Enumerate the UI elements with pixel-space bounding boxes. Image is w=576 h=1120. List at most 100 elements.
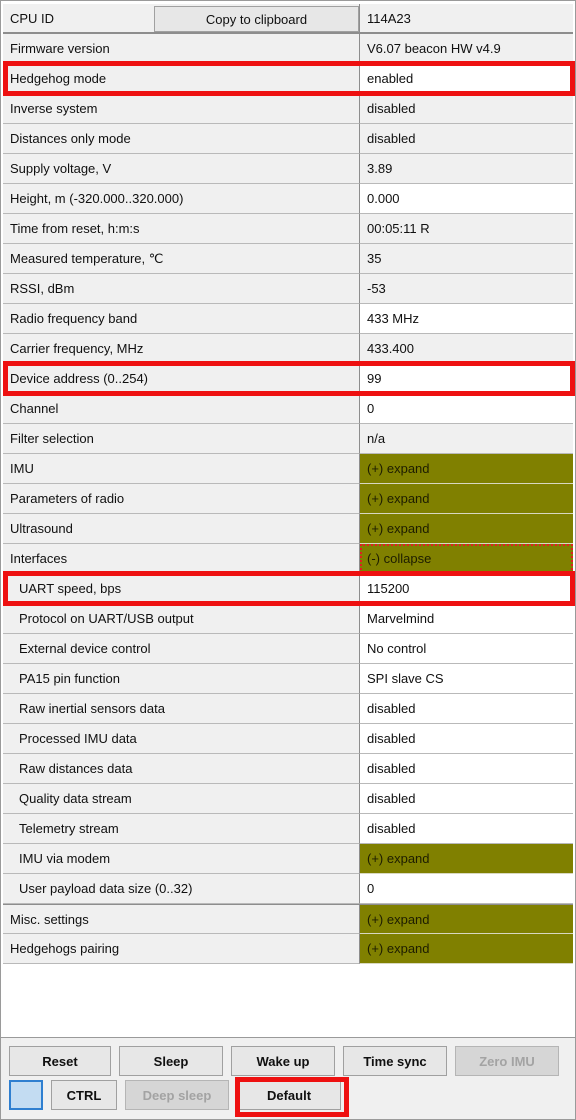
property-label: Height, m (-320.000..320.000) xyxy=(3,184,360,214)
property-row[interactable]: Raw distances data disabled xyxy=(3,754,573,784)
property-value[interactable]: 433 MHz xyxy=(360,304,573,334)
property-label: Quality data stream xyxy=(3,784,360,814)
property-expand-toggle[interactable]: (+) expand xyxy=(360,514,573,544)
property-row[interactable]: Interfaces (-) collapse xyxy=(3,544,573,574)
property-row[interactable]: Inverse system disabled xyxy=(3,94,573,124)
property-row[interactable]: Supply voltage, V 3.89 xyxy=(3,154,573,184)
property-value[interactable]: disabled xyxy=(360,94,573,124)
property-row[interactable]: UART speed, bps 115200 xyxy=(3,574,573,604)
property-row[interactable]: Parameters of radio (+) expand xyxy=(3,484,573,514)
property-row[interactable]: IMU (+) expand xyxy=(3,454,573,484)
property-value[interactable]: No control xyxy=(360,634,573,664)
property-row[interactable]: Radio frequency band 433 MHz xyxy=(3,304,573,334)
property-value[interactable]: enabled xyxy=(360,64,573,94)
property-value[interactable]: disabled xyxy=(360,124,573,154)
time-sync-button[interactable]: Time sync xyxy=(343,1046,447,1076)
property-label: RSSI, dBm xyxy=(3,274,360,304)
property-label: External device control xyxy=(3,634,360,664)
property-row[interactable]: Raw inertial sensors data disabled xyxy=(3,694,573,724)
property-label: PA15 pin function xyxy=(3,664,360,694)
property-value[interactable]: 0.000 xyxy=(360,184,573,214)
property-label: User payload data size (0..32) xyxy=(3,874,360,904)
property-expand-toggle[interactable]: (-) collapse xyxy=(360,544,573,574)
property-value[interactable]: disabled xyxy=(360,694,573,724)
reset-button[interactable]: Reset xyxy=(9,1046,111,1076)
property-expand-toggle[interactable]: (+) expand xyxy=(360,454,573,484)
command-row-primary: Reset Sleep Wake up Time sync Zero IMU xyxy=(1,1044,575,1078)
property-label: Parameters of radio xyxy=(3,484,360,514)
property-value[interactable]: disabled xyxy=(360,784,573,814)
property-expand-toggle[interactable]: (+) expand xyxy=(360,844,573,874)
property-expand-toggle[interactable]: (+) expand xyxy=(360,904,573,934)
status-color-swatch[interactable] xyxy=(9,1080,43,1110)
property-value[interactable]: 115200 xyxy=(360,574,573,604)
property-label: IMU via modem xyxy=(3,844,360,874)
property-value[interactable]: 99 xyxy=(360,364,573,394)
property-label: IMU xyxy=(3,454,360,484)
property-label: Channel xyxy=(3,394,360,424)
command-bar: Reset Sleep Wake up Time sync Zero IMU CTRL D… xyxy=(1,1037,575,1119)
property-value[interactable]: disabled xyxy=(360,724,573,754)
property-row[interactable]: Time from reset, h:m:s 00:05:11 R xyxy=(3,214,573,244)
property-row[interactable]: RSSI, dBm -53 xyxy=(3,274,573,304)
property-value[interactable]: disabled xyxy=(360,814,573,844)
property-label: Ultrasound xyxy=(3,514,360,544)
property-expand-toggle[interactable]: (+) expand xyxy=(360,934,573,964)
property-row[interactable]: External device control No control xyxy=(3,634,573,664)
property-row[interactable]: CPU ID Copy to clipboard 114A23 xyxy=(3,4,573,34)
property-value[interactable]: 114A23 xyxy=(360,4,573,34)
property-expand-toggle[interactable]: (+) expand xyxy=(360,484,573,514)
property-value[interactable]: -53 xyxy=(360,274,573,304)
property-label: Raw distances data xyxy=(3,754,360,784)
property-label: Radio frequency band xyxy=(3,304,360,334)
property-row[interactable]: Misc. settings (+) expand xyxy=(3,904,573,934)
property-value[interactable]: disabled xyxy=(360,754,573,784)
wake-up-button[interactable]: Wake up xyxy=(231,1046,335,1076)
command-row-secondary: CTRL Deep sleep Default xyxy=(1,1078,575,1112)
grid-empty-area xyxy=(3,964,573,1037)
property-row[interactable]: Height, m (-320.000..320.000) 0.000 xyxy=(3,184,573,214)
property-value[interactable]: 35 xyxy=(360,244,573,274)
property-value[interactable]: Marvelmind xyxy=(360,604,573,634)
property-label: Telemetry stream xyxy=(3,814,360,844)
property-row[interactable]: IMU via modem (+) expand xyxy=(3,844,573,874)
property-value[interactable]: 00:05:11 R xyxy=(360,214,573,244)
property-row[interactable]: Carrier frequency, MHz 433.400 xyxy=(3,334,573,364)
property-value[interactable]: V6.07 beacon HW v4.9 xyxy=(360,34,573,64)
zero-imu-button: Zero IMU xyxy=(455,1046,559,1076)
property-row[interactable]: Quality data stream disabled xyxy=(3,784,573,814)
property-label: Interfaces xyxy=(3,544,360,574)
property-label: Device address (0..254) xyxy=(3,364,360,394)
property-label: UART speed, bps xyxy=(3,574,360,604)
property-row[interactable]: Filter selection n/a xyxy=(3,424,573,454)
property-row[interactable]: PA15 pin function SPI slave CS xyxy=(3,664,573,694)
property-value[interactable]: 0 xyxy=(360,394,573,424)
property-row[interactable]: Hedgehog mode enabled xyxy=(3,64,573,94)
property-label: Firmware version xyxy=(3,34,360,64)
property-label: Hedgehog mode xyxy=(3,64,360,94)
property-row[interactable]: Channel 0 xyxy=(3,394,573,424)
property-label: Filter selection xyxy=(3,424,360,454)
property-label: Processed IMU data xyxy=(3,724,360,754)
property-row[interactable]: Hedgehogs pairing (+) expand xyxy=(3,934,573,964)
property-value[interactable]: 433.400 xyxy=(360,334,573,364)
property-label: Raw inertial sensors data xyxy=(3,694,360,724)
property-row[interactable]: Distances only mode disabled xyxy=(3,124,573,154)
property-row[interactable]: Processed IMU data disabled xyxy=(3,724,573,754)
device-properties-panel: CPU ID Copy to clipboard 114A23 Firmware ve… xyxy=(0,0,576,1120)
property-row[interactable]: Ultrasound (+) expand xyxy=(3,514,573,544)
property-value[interactable]: 3.89 xyxy=(360,154,573,184)
property-value[interactable]: n/a xyxy=(360,424,573,454)
property-value[interactable]: SPI slave CS xyxy=(360,664,573,694)
ctrl-button[interactable]: CTRL xyxy=(51,1080,117,1110)
property-row[interactable]: Protocol on UART/USB output Marvelmind xyxy=(3,604,573,634)
sleep-button[interactable]: Sleep xyxy=(119,1046,223,1076)
property-row[interactable]: User payload data size (0..32) 0 xyxy=(3,874,573,904)
property-row[interactable]: Measured temperature, ℃ 35 xyxy=(3,244,573,274)
property-row[interactable]: Firmware version V6.07 beacon HW v4.9 xyxy=(3,34,573,64)
property-row[interactable]: Telemetry stream disabled xyxy=(3,814,573,844)
property-value[interactable]: 0 xyxy=(360,874,573,904)
copy-to-clipboard-button[interactable]: Copy to clipboard xyxy=(154,6,359,32)
default-button[interactable]: Default xyxy=(237,1080,341,1110)
property-row[interactable]: Device address (0..254) 99 xyxy=(3,364,573,394)
